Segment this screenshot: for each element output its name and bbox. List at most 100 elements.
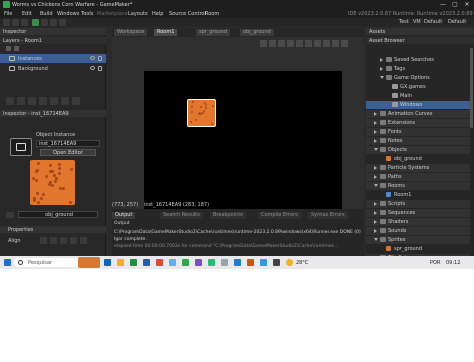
lock-icon[interactable] (98, 66, 102, 71)
clean-icon[interactable] (59, 19, 66, 26)
widget-icon[interactable] (78, 257, 100, 268)
start-icon[interactable] (4, 259, 11, 266)
chevron-right-icon[interactable] (374, 211, 377, 215)
menu-layouts[interactable]: Layouts (128, 11, 148, 17)
room-tool-icon[interactable] (323, 40, 330, 47)
layer-props-icon[interactable] (72, 97, 80, 105)
asset-tree-item[interactable]: Particle Systems (366, 164, 470, 172)
tab-room1[interactable]: Room1 (154, 29, 178, 36)
room-tool-icon[interactable] (305, 40, 312, 47)
taskbar-app-icon[interactable] (260, 259, 267, 266)
align-top-icon[interactable] (70, 237, 77, 244)
asset-tree-item[interactable]: Paths (366, 173, 470, 181)
object-name-field[interactable]: obj_ground (18, 211, 98, 218)
chevron-right-icon[interactable] (380, 67, 383, 71)
pan-tool-icon[interactable] (17, 97, 25, 105)
taskbar-app-icon[interactable] (182, 259, 189, 266)
asset-tree-item[interactable]: Notes (366, 137, 470, 145)
target-config[interactable]: Default (448, 19, 466, 25)
taskbar-app-icon[interactable] (143, 259, 150, 266)
tab-syntax-errors[interactable]: Syntax Errors (308, 212, 348, 219)
chevron-right-icon[interactable] (380, 58, 383, 62)
chevron-down-icon[interactable] (374, 238, 378, 241)
maximize-button[interactable]: ▢ (450, 1, 460, 9)
asset-tree-item[interactable]: Rooms (366, 182, 470, 190)
taskbar-app-icon[interactable] (117, 259, 124, 266)
chevron-right-icon[interactable] (374, 139, 377, 143)
taskbar-app-icon[interactable] (156, 259, 163, 266)
taskbar-app-icon[interactable] (221, 259, 228, 266)
tab-compile-errors[interactable]: Compile Errors (258, 212, 301, 219)
tab-search-results[interactable]: Search Results (160, 212, 203, 219)
menu-help[interactable]: Help (152, 11, 163, 17)
asset-tree-item[interactable]: Game Options (366, 74, 470, 82)
asset-tree-item[interactable]: Sequences (366, 209, 470, 217)
obj-ground-instance[interactable] (187, 99, 216, 127)
taskbar-app-icon[interactable] (208, 259, 215, 266)
chevron-right-icon[interactable] (374, 112, 377, 116)
chevron-down-icon[interactable] (380, 76, 384, 79)
chevron-right-icon[interactable] (374, 220, 377, 224)
asset-tree-item[interactable]: Fonts (366, 128, 470, 136)
asset-tree-item[interactable]: GX.games (366, 83, 470, 91)
asset-tree-item[interactable]: obj_ground (366, 155, 470, 163)
menu-windows[interactable]: Windows (57, 11, 79, 17)
taskbar-app-icon[interactable] (195, 259, 202, 266)
pick-object-icon[interactable] (6, 212, 14, 218)
align-right-icon[interactable] (60, 237, 67, 244)
chevron-down-icon[interactable] (374, 184, 378, 187)
taskbar-app-icon[interactable] (273, 259, 280, 266)
menu-edit[interactable]: Edit (22, 11, 32, 17)
align-middle-icon[interactable] (80, 237, 87, 244)
target-vm[interactable]: VM (413, 19, 421, 25)
tab-spr-ground[interactable]: spr_ground (196, 29, 231, 36)
chevron-right-icon[interactable] (374, 121, 377, 125)
asset-scrollbar[interactable] (470, 48, 473, 128)
asset-tree-item[interactable]: Sounds (366, 227, 470, 235)
taskbar-app-icon[interactable] (234, 259, 241, 266)
room-tool-icon[interactable] (269, 40, 276, 47)
menu-tools[interactable]: Tools (81, 11, 93, 17)
stop-icon[interactable] (50, 19, 57, 26)
room-tool-icon[interactable] (314, 40, 321, 47)
asset-tree-item[interactable]: Sprites (366, 236, 470, 244)
add-layer-icon[interactable] (6, 46, 11, 51)
taskbar-app-icon[interactable] (169, 259, 176, 266)
visibility-eye-icon[interactable] (90, 56, 95, 60)
room-tool-icon[interactable] (287, 40, 294, 47)
chevron-right-icon[interactable] (374, 202, 377, 206)
menu-file[interactable]: File (4, 11, 12, 17)
open-project-icon[interactable] (12, 19, 19, 26)
tab-obj-ground[interactable]: obj_ground (240, 29, 274, 36)
asset-tree-item[interactable]: Saved Searches (366, 56, 470, 64)
asset-tree-item[interactable]: Scripts (366, 200, 470, 208)
asset-tree-item[interactable]: Tags (366, 65, 470, 73)
taskbar-app-icon[interactable] (104, 259, 111, 266)
menu-marketplace[interactable]: Marketplace (97, 11, 128, 17)
room-tool-icon[interactable] (332, 40, 339, 47)
new-project-icon[interactable] (3, 19, 10, 26)
run-icon[interactable] (32, 19, 39, 26)
room-tool-icon[interactable] (296, 40, 303, 47)
taskbar-app-icon[interactable] (130, 259, 137, 266)
chevron-right-icon[interactable] (374, 130, 377, 134)
align-left-icon[interactable] (40, 237, 47, 244)
language[interactable]: POR (430, 260, 440, 266)
menu-build[interactable]: Build (40, 11, 53, 17)
save-icon[interactable] (21, 19, 28, 26)
minimize-button[interactable]: — (438, 1, 448, 9)
asset-tree-item[interactable]: Animation Curves (366, 110, 470, 118)
tab-output[interactable]: Output (112, 212, 136, 219)
target-device[interactable]: Default (424, 19, 442, 25)
debug-icon[interactable] (41, 19, 48, 26)
asset-tree-item[interactable]: Shaders (366, 218, 470, 226)
asset-tree-item[interactable]: Extensions (366, 119, 470, 127)
taskbar-app-icon[interactable] (247, 259, 254, 266)
asset-tree-item[interactable]: spr_ground (366, 245, 470, 253)
chevron-right-icon[interactable] (374, 166, 377, 170)
asset-tree-item[interactable]: Objects (366, 146, 470, 154)
chevron-down-icon[interactable] (374, 148, 378, 151)
align-center-icon[interactable] (50, 237, 57, 244)
rotate-tool-icon[interactable] (39, 97, 47, 105)
menu-source-control[interactable]: Source Control (169, 11, 206, 17)
